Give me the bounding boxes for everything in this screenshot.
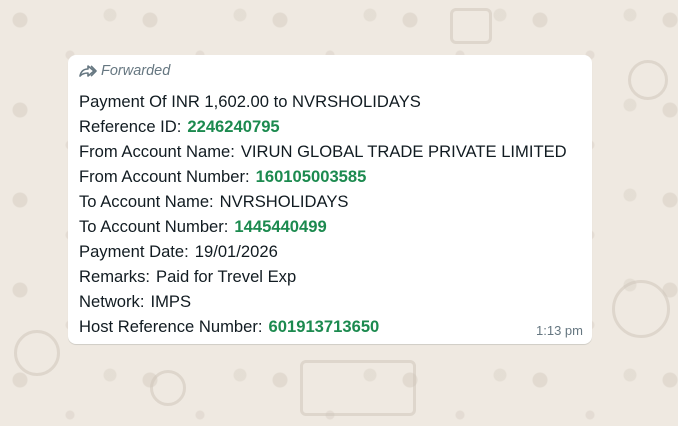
reference-id-label: Reference ID: — [79, 117, 182, 136]
wallpaper-doodle — [450, 8, 492, 44]
wallpaper-doodle — [150, 370, 186, 406]
from-account-number-row: From Account Number: 160105003585 — [79, 164, 583, 189]
to-account-name-value: NVRSHOLIDAYS — [219, 192, 349, 211]
remarks-row: Remarks: Paid for Trevel Exp — [79, 264, 583, 289]
to-account-number-row: To Account Number: 1445440499 — [79, 214, 583, 239]
remarks-label: Remarks: — [79, 267, 150, 286]
forwarded-indicator: Forwarded — [79, 63, 583, 79]
payment-title: Payment Of INR 1,602.00 to NVRSHOLIDAYS — [79, 92, 421, 111]
network-row: Network: IMPS — [79, 289, 583, 314]
wallpaper-doodle — [300, 360, 416, 416]
from-account-name-row: From Account Name: VIRUN GLOBAL TRADE PRI… — [79, 139, 583, 164]
wallpaper-doodle — [628, 60, 668, 100]
wallpaper-doodle — [14, 330, 60, 376]
from-account-name-value: VIRUN GLOBAL TRADE PRIVATE LIMITED — [240, 142, 567, 161]
forward-arrow-icon — [79, 64, 97, 78]
to-account-name-label: To Account Name: — [79, 192, 214, 211]
from-account-number-label: From Account Number: — [79, 167, 250, 186]
forwarded-label: Forwarded — [101, 63, 171, 79]
message-bubble[interactable]: Forwarded Payment Of INR 1,602.00 to NVR… — [68, 55, 592, 344]
to-account-number-label: To Account Number: — [79, 217, 229, 236]
to-account-name-row: To Account Name: NVRSHOLIDAYS — [79, 189, 583, 214]
to-account-number-value[interactable]: 1445440499 — [234, 217, 326, 236]
network-label: Network: — [79, 292, 145, 311]
from-account-number-value[interactable]: 160105003585 — [256, 167, 367, 186]
payment-date-value: 19/01/2026 — [194, 242, 278, 261]
payment-date-row: Payment Date: 19/01/2026 — [79, 239, 583, 264]
network-value: IMPS — [150, 292, 192, 311]
host-reference-row: Host Reference Number: 601913713650 — [79, 314, 583, 339]
remarks-value: Paid for Trevel Exp — [156, 267, 297, 286]
host-reference-label: Host Reference Number: — [79, 317, 263, 336]
payment-date-label: Payment Date: — [79, 242, 189, 261]
from-account-name-label: From Account Name: — [79, 142, 235, 161]
reference-id-value[interactable]: 2246240795 — [187, 117, 279, 136]
reference-id-row: Reference ID: 2246240795 — [79, 114, 583, 139]
host-reference-value[interactable]: 601913713650 — [269, 317, 380, 336]
message-timestamp: 1:13 pm — [536, 323, 583, 338]
wallpaper-doodle — [612, 280, 670, 338]
